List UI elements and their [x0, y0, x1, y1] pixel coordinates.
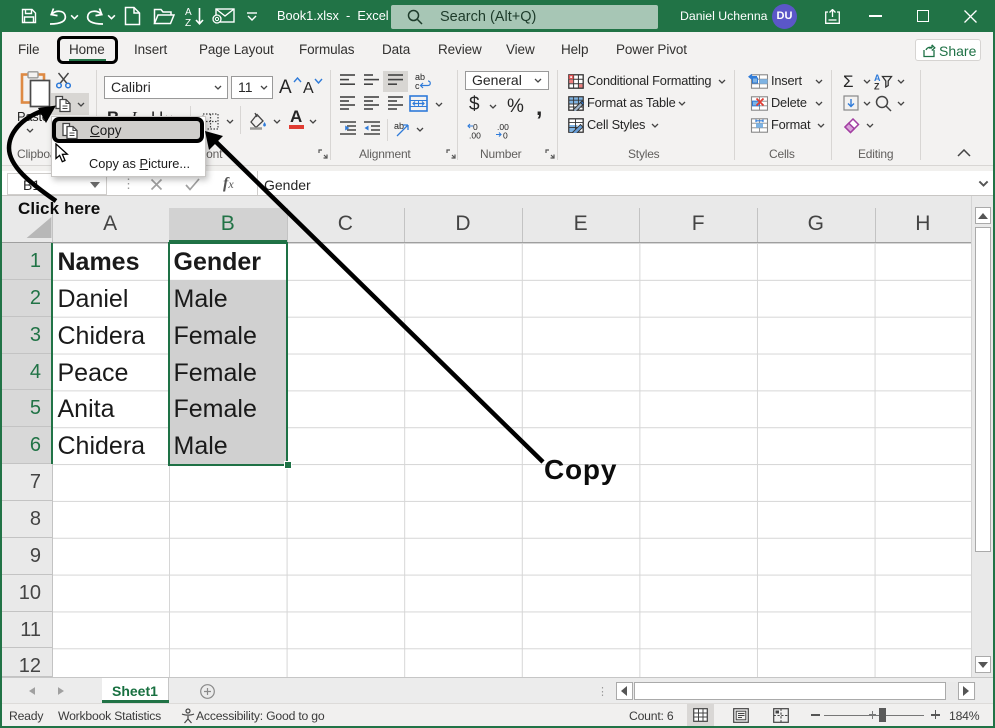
svg-text:Z: Z [874, 82, 880, 91]
svg-text:c: c [415, 81, 420, 90]
svg-text:.00: .00 [469, 131, 481, 140]
svg-text:ab: ab [394, 121, 404, 131]
svg-text:0: 0 [503, 131, 508, 140]
svg-text:Z: Z [185, 18, 191, 27]
svg-text:A: A [185, 7, 192, 18]
